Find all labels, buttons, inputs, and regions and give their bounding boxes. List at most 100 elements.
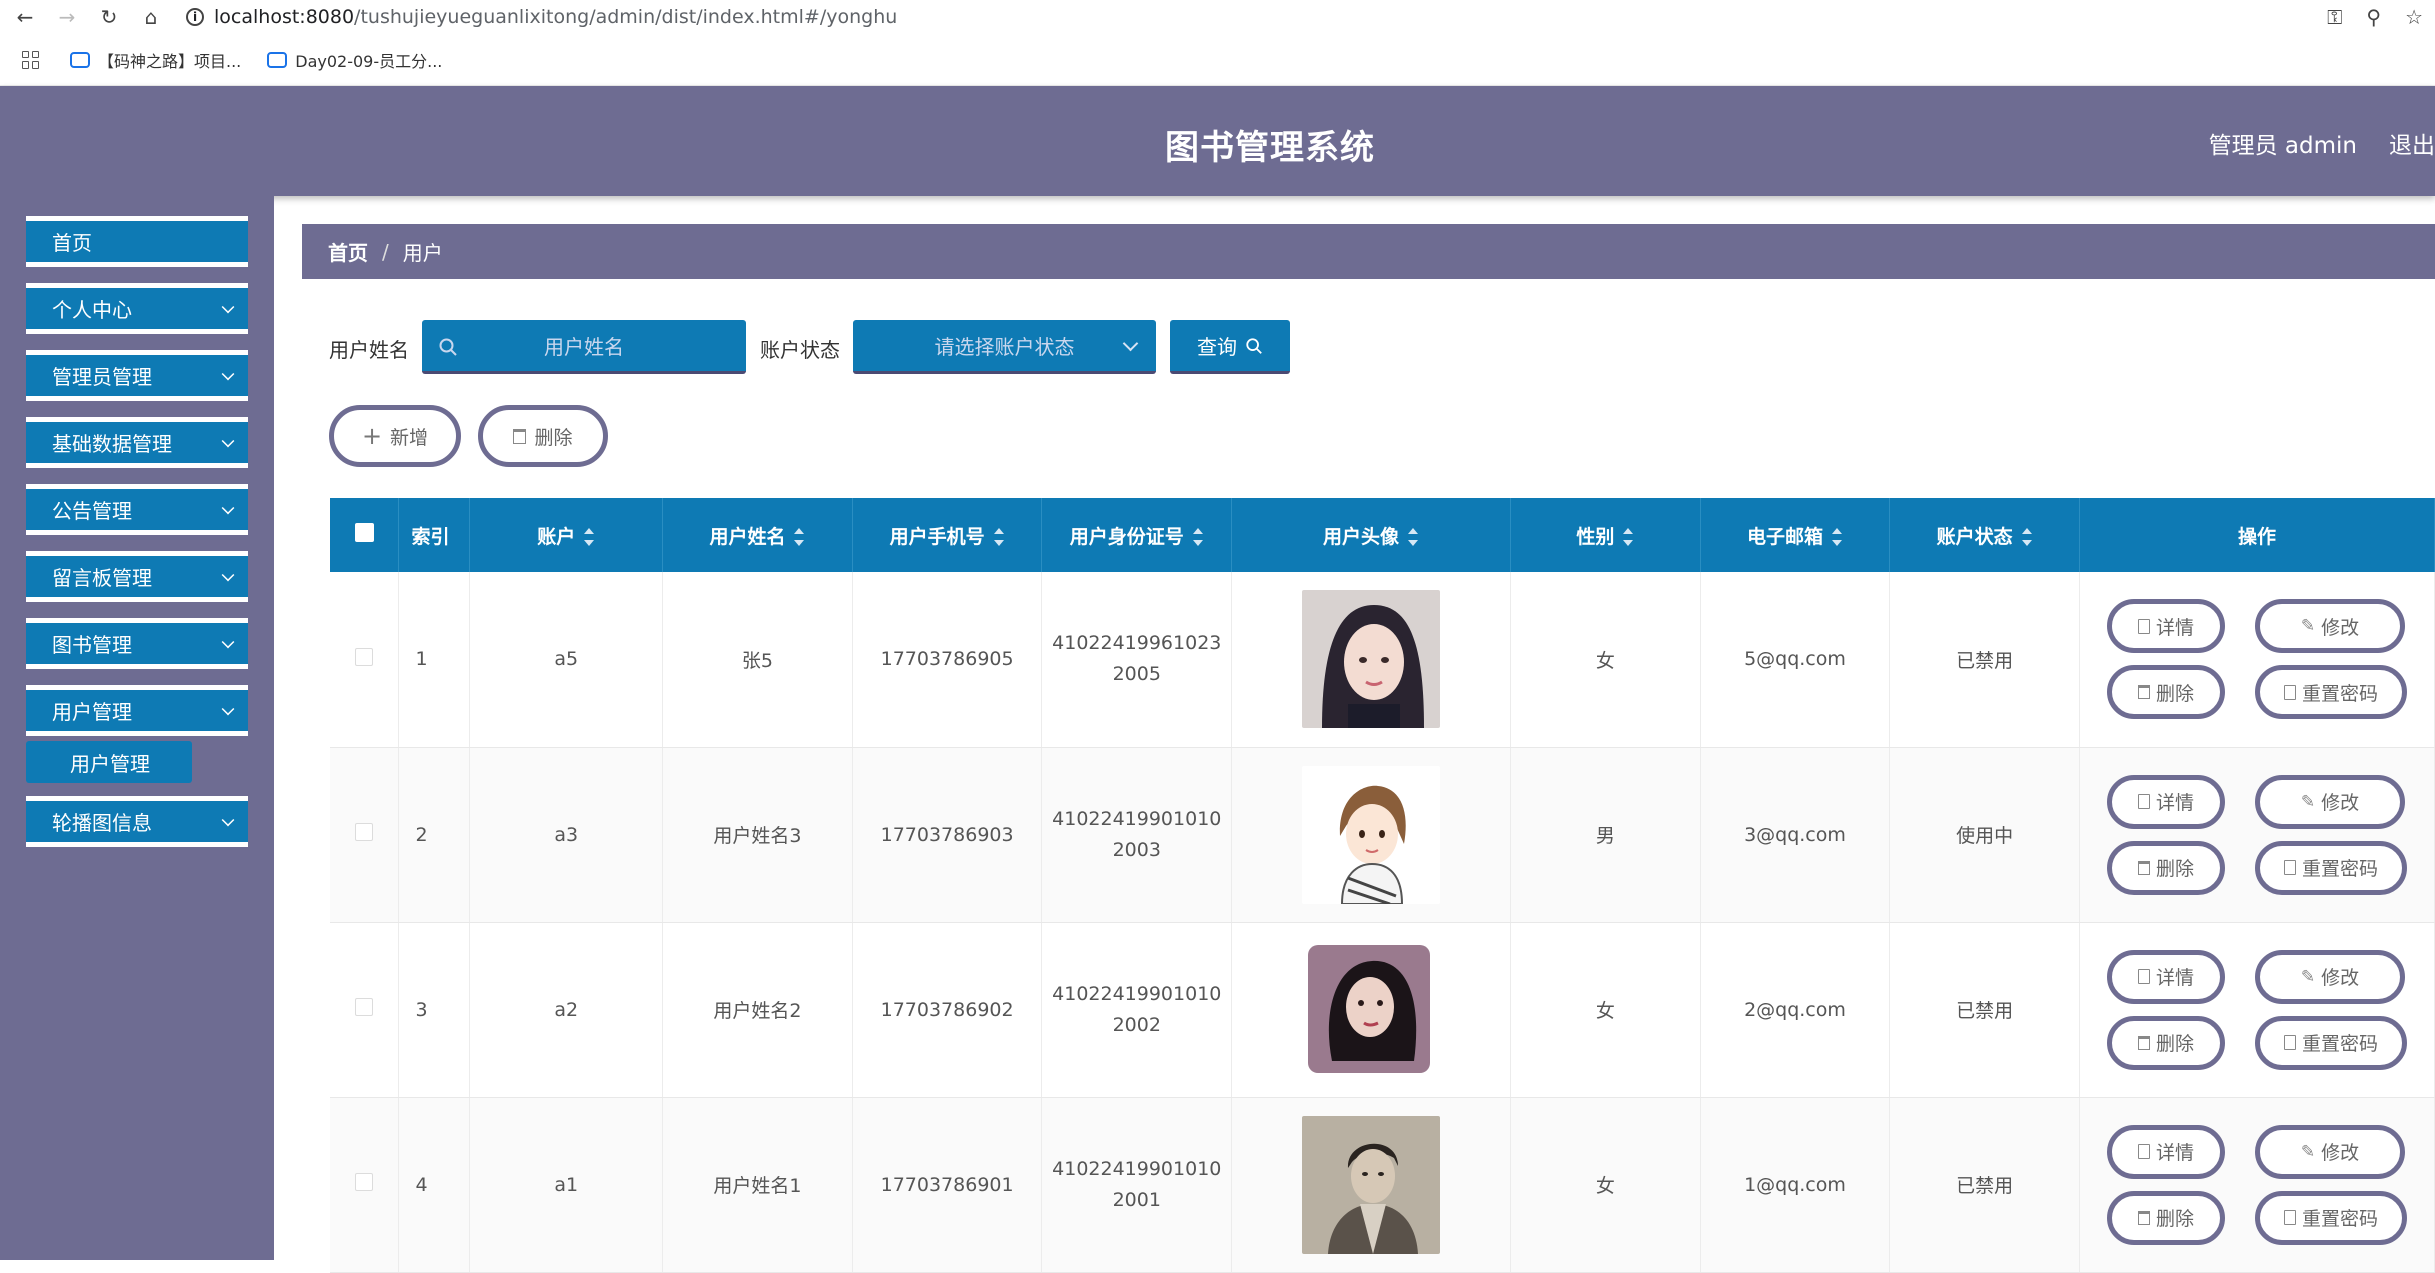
header-gender[interactable]: 性别 [1510, 498, 1701, 572]
url-path: /tushujieyueguanlixitong/admin/dist/inde… [354, 6, 898, 28]
bookmark-item[interactable]: 【码神之路】项目... [70, 48, 241, 72]
header-email[interactable]: 电子邮箱 [1700, 498, 1891, 572]
sidebar-item-users[interactable]: 用户管理 [26, 685, 248, 736]
apps-grid-icon[interactable] [22, 50, 40, 69]
pencil-icon: ✎ [2300, 616, 2316, 637]
id-card-line-2: 2002 [1112, 1013, 1161, 1036]
query-button[interactable]: 查询 [1170, 320, 1290, 374]
sidebar-item-home[interactable]: 首页 [26, 216, 248, 267]
reload-icon[interactable]: ↻ [92, 0, 126, 34]
batch-delete-button[interactable]: 删除 [478, 405, 608, 467]
table-row[interactable]: 3 a2 用户姓名2 17703786902 41022419901010 2002 女 2@… [330, 922, 2435, 1098]
header-avatar[interactable]: 用户头像 [1231, 498, 1511, 572]
avatar[interactable] [1302, 765, 1441, 904]
detail-button[interactable]: 详情 [2106, 774, 2225, 829]
header-account[interactable]: 账户 [469, 498, 664, 572]
table-row[interactable]: 1 a5 张5 17703786905 41022419961023 2005 女 5@qq.… [330, 572, 2435, 748]
breadcrumb-home[interactable]: 首页 [328, 237, 368, 266]
status-select[interactable]: 请选择账户状态 [853, 320, 1156, 374]
row-checkbox-cell[interactable] [330, 747, 400, 923]
zoom-icon[interactable]: ⚲ [2366, 5, 2381, 29]
name-search-input[interactable]: 用户姓名 [422, 320, 746, 374]
edit-button[interactable]: ✎ 修改 [2254, 774, 2405, 829]
delete-button[interactable]: 删除 [2106, 840, 2225, 895]
sort-icon[interactable] [1407, 527, 1419, 547]
chevron-up-icon [221, 702, 235, 716]
forward-icon[interactable]: → [50, 0, 84, 34]
sort-icon[interactable] [583, 527, 595, 547]
row-checkbox-cell[interactable] [330, 1097, 400, 1273]
delete-button[interactable]: 删除 [2106, 1190, 2225, 1245]
row-checkbox-cell[interactable] [330, 922, 400, 1098]
header-id-card[interactable]: 用户身份证号 [1041, 498, 1233, 572]
sort-icon[interactable] [1192, 527, 1204, 547]
add-button[interactable]: + 新增 [329, 405, 461, 467]
header-label: 用户头像 [1323, 525, 1400, 548]
delete-button[interactable]: 删除 [2106, 665, 2225, 720]
cell-avatar [1231, 922, 1511, 1098]
sort-icon[interactable] [793, 527, 805, 547]
sort-icon[interactable] [2021, 527, 2033, 547]
detail-button[interactable]: 详情 [2106, 1124, 2225, 1179]
url-field[interactable]: i localhost:8080/tushujieyueguanlixitong… [186, 6, 897, 28]
table-row[interactable]: 4 a1 用户姓名1 17703786901 41022419901010 2001 女 1@… [330, 1097, 2435, 1273]
reset-password-label: 重置密码 [2301, 1208, 2378, 1230]
app-header: 图书管理系统 管理员 admin 退出 [0, 86, 2435, 196]
cell-avatar [1231, 747, 1511, 923]
key-icon[interactable]: ⚿ [2327, 5, 2342, 29]
edit-button[interactable]: ✎ 修改 [2254, 599, 2405, 654]
reset-password-button[interactable]: 重置密码 [2254, 1190, 2407, 1245]
sidebar-item-books[interactable]: 图书管理 [26, 618, 248, 669]
logout-link[interactable]: 退出 [2389, 126, 2435, 160]
cell-id-card: 41022419961023 2005 [1041, 572, 1233, 748]
breadcrumb: 首页 / 用户 [302, 224, 2435, 279]
cell-id-card: 41022419901010 2001 [1041, 1097, 1233, 1273]
sort-icon[interactable] [993, 527, 1005, 547]
header-phone[interactable]: 用户手机号 [852, 498, 1043, 572]
bookmark-item[interactable]: Day02-09-员工分... [267, 48, 442, 72]
edit-button[interactable]: ✎ 修改 [2254, 949, 2405, 1004]
sidebar-item-carousel[interactable]: 轮播图信息 [26, 796, 248, 847]
chevron-down-icon [221, 434, 235, 448]
header-status[interactable]: 账户状态 [1889, 498, 2080, 572]
avatar[interactable] [1302, 940, 1441, 1079]
row-checkbox-cell[interactable] [330, 572, 400, 748]
avatar[interactable] [1302, 1115, 1441, 1254]
name-label: 用户姓名 [329, 338, 409, 362]
cell-gender: 男 [1510, 747, 1701, 923]
pencil-icon: ✎ [2300, 1141, 2316, 1162]
table-row[interactable]: 2 a3 用户姓名3 17703786903 41022419901010 2003 男 3@… [330, 747, 2435, 923]
star-icon[interactable]: ☆ [2405, 5, 2423, 29]
sort-icon[interactable] [1831, 527, 1843, 547]
sidebar-item-base-data[interactable]: 基础数据管理 [26, 417, 248, 468]
reset-password-button[interactable]: 重置密码 [2254, 1015, 2407, 1070]
reset-password-button[interactable]: 重置密码 [2254, 840, 2407, 895]
sidebar-item-admins[interactable]: 管理员管理 [26, 350, 248, 401]
bookmark-label: Day02-09-员工分... [295, 51, 443, 71]
delete-button[interactable]: 删除 [2106, 1015, 2225, 1070]
sidebar-item-profile[interactable]: 个人中心 [26, 283, 248, 334]
row-checkbox[interactable] [355, 647, 374, 666]
row-checkbox[interactable] [355, 998, 374, 1016]
edit-button[interactable]: ✎ 修改 [2254, 1124, 2405, 1179]
cell-account: a5 [469, 572, 664, 748]
header-name[interactable]: 用户姓名 [662, 498, 853, 572]
sidebar-subitem-users[interactable]: 用户管理 [26, 741, 192, 783]
row-checkbox[interactable] [355, 823, 374, 841]
sidebar-item-label: 图书管理 [52, 633, 132, 657]
chevron-down-icon [221, 367, 235, 381]
row-checkbox[interactable] [355, 1173, 374, 1191]
avatar[interactable] [1302, 590, 1441, 729]
header-actions: 操作 [2079, 498, 2435, 572]
back-icon[interactable]: ← [8, 0, 42, 34]
table-body: 1 a5 张5 17703786905 41022419961023 2005 女 5@qq.… [330, 572, 2435, 1273]
detail-button[interactable]: 详情 [2106, 949, 2225, 1004]
select-all-checkbox[interactable] [330, 498, 400, 572]
detail-button[interactable]: 详情 [2106, 599, 2225, 654]
reset-password-button[interactable]: 重置密码 [2254, 665, 2407, 720]
sort-icon[interactable] [1622, 527, 1634, 547]
home-icon[interactable]: ⌂ [134, 0, 168, 34]
sidebar-item-notices[interactable]: 公告管理 [26, 484, 248, 535]
sidebar-item-messages[interactable]: 留言板管理 [26, 551, 248, 602]
delete-label: 删除 [2155, 1033, 2194, 1055]
